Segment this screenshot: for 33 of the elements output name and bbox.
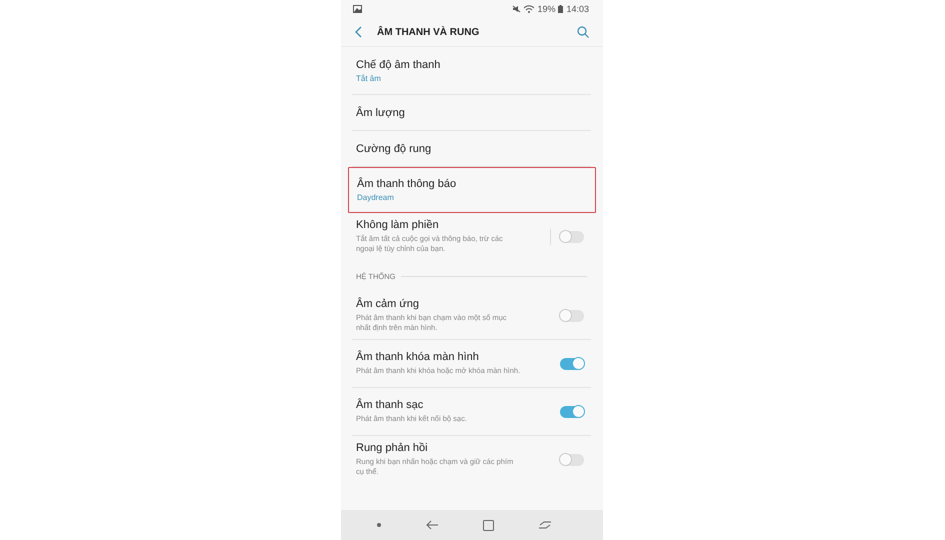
mute-icon — [512, 5, 522, 13]
highlighted-setting-item[interactable]: Âm thanh thông báo Daydream — [348, 167, 596, 213]
search-icon[interactable] — [577, 26, 589, 38]
setting-title: Rung phản hồi — [356, 442, 429, 454]
wifi-icon — [524, 5, 534, 13]
setting-value: Daydream — [357, 193, 395, 202]
back-icon[interactable] — [426, 520, 438, 530]
setting-title: Âm thanh sạc — [356, 399, 424, 411]
toggle-switch[interactable] — [560, 406, 584, 418]
toggle-switch[interactable] — [560, 454, 584, 466]
back-icon[interactable] — [355, 26, 363, 38]
setting-title: Âm thanh thông báo — [357, 178, 458, 190]
toggle-switch[interactable] — [560, 230, 584, 242]
setting-title: Không làm phiền — [356, 219, 440, 231]
setting-title: Âm lượng — [356, 106, 406, 118]
toggle-switch[interactable] — [560, 358, 584, 370]
setting-title: Chế độ âm thanh — [356, 58, 442, 70]
screen-title: ÂM THANH VÀ RUNG — [377, 26, 480, 38]
image-icon — [353, 5, 362, 13]
battery-icon — [558, 5, 564, 13]
setting-item[interactable]: Cường độ rung — [352, 131, 591, 167]
setting-title: Cường độ rung — [356, 142, 432, 154]
toggle-switch[interactable] — [560, 310, 584, 322]
setting-title: Âm cảm ứng — [356, 298, 420, 310]
battery-percent: 19% — [537, 4, 556, 14]
setting-value: Tắt âm — [356, 74, 382, 82]
home-icon[interactable] — [482, 520, 494, 530]
recents-icon[interactable] — [538, 520, 551, 530]
dot-icon[interactable] — [377, 523, 382, 527]
setting-item[interactable]: Chế độ âm thanh Tắt âm — [352, 47, 591, 95]
setting-item[interactable]: Âm lượng — [352, 95, 591, 131]
clock: 14:03 — [566, 4, 589, 14]
setting-title: Âm thanh khóa màn hình — [356, 351, 480, 363]
